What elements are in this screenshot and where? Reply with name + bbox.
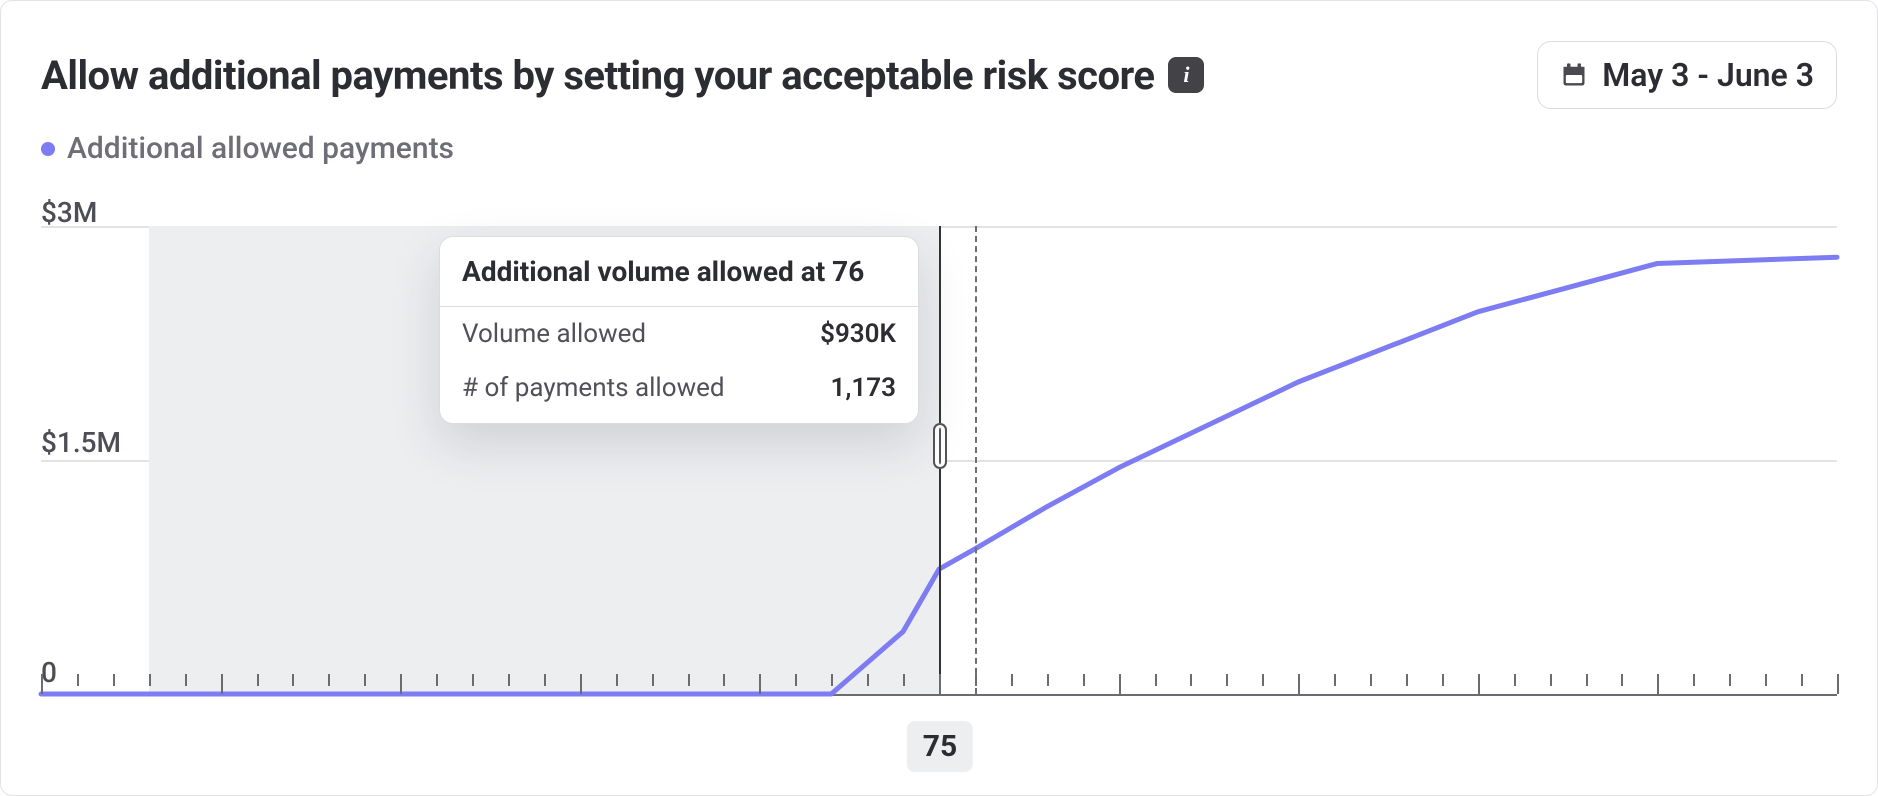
plot-region[interactable]: Additional volume allowed at 76 Volume a… [41, 226, 1837, 696]
x-axis-ticks [41, 674, 1837, 694]
tooltip-row-value: 1,173 [830, 373, 896, 403]
date-range-label: May 3 - June 3 [1602, 56, 1814, 94]
slider-value-badge: 75 [907, 721, 973, 772]
y-tick-label: $3M [41, 196, 97, 229]
chart-area: $3M $1.5M 0 Additional volume allowed at… [41, 196, 1837, 716]
legend-series-label: Additional allowed payments [67, 131, 454, 166]
legend-dot-icon [41, 142, 55, 156]
risk-score-slider-handle[interactable] [939, 226, 941, 694]
risk-score-chart-card: Allow additional payments by setting you… [0, 0, 1878, 796]
tooltip-title: Additional volume allowed at 76 [440, 237, 918, 307]
tooltip-row-value: $930K [820, 319, 896, 349]
info-icon[interactable]: i [1168, 57, 1204, 93]
tooltip-row: # of payments allowed 1,173 [440, 361, 918, 423]
title-wrap: Allow additional payments by setting you… [41, 52, 1204, 99]
hover-guideline [975, 226, 977, 694]
date-range-button[interactable]: May 3 - June 3 [1537, 41, 1837, 109]
tooltip-row-label: # of payments allowed [462, 373, 725, 403]
calendar-icon [1560, 61, 1588, 89]
legend: Additional allowed payments [41, 131, 1837, 166]
tooltip-row-label: Volume allowed [462, 319, 646, 349]
tooltip-row: Volume allowed $930K [440, 307, 918, 361]
header: Allow additional payments by setting you… [41, 41, 1837, 109]
tooltip: Additional volume allowed at 76 Volume a… [439, 236, 919, 424]
page-title: Allow additional payments by setting you… [41, 52, 1154, 99]
